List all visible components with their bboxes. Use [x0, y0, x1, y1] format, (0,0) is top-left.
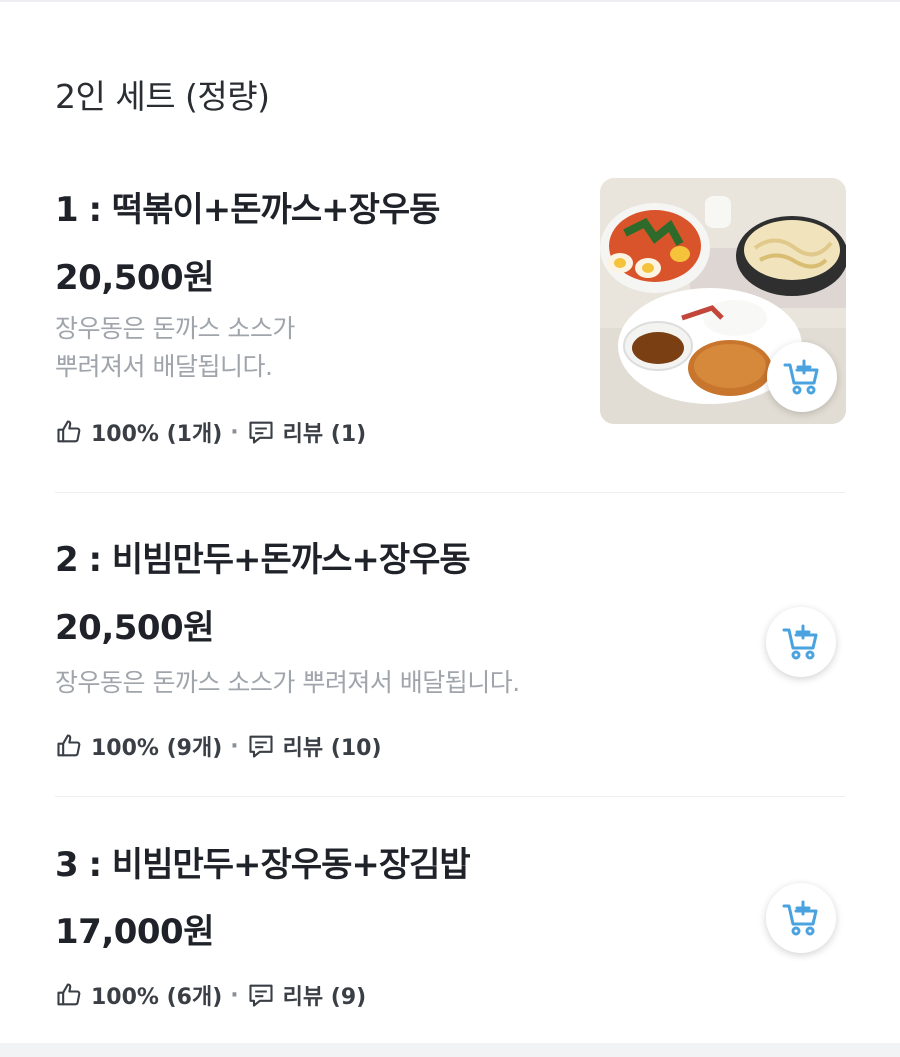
speech-bubble-icon: [249, 984, 273, 1007]
meta-separator: ·: [230, 982, 239, 1008]
menu-item-price: 17,000원: [55, 912, 214, 952]
add-to-cart-icon: [782, 900, 818, 936]
menu-item-meta: 100% (6개) · 리뷰 (9): [55, 979, 366, 1011]
menu-item[interactable]: 3 : 비빔만두+장우동+장김밥 17,000원 100% (6개) · 리뷰 …: [55, 2, 845, 1042]
menu-item-name: 3 : 비빔만두+장우동+장김밥: [55, 845, 471, 885]
thumbs-up-icon: [57, 983, 81, 1006]
add-to-cart-button[interactable]: [766, 883, 836, 953]
menu-section-card: 2인 세트 (정량) 1 : 떡볶이+돈까스+장우동 20,500원 장우동은 …: [0, 0, 900, 1043]
like-rate: 100% (6개): [91, 985, 223, 1010]
review-link[interactable]: 리뷰 (9): [283, 979, 367, 1011]
